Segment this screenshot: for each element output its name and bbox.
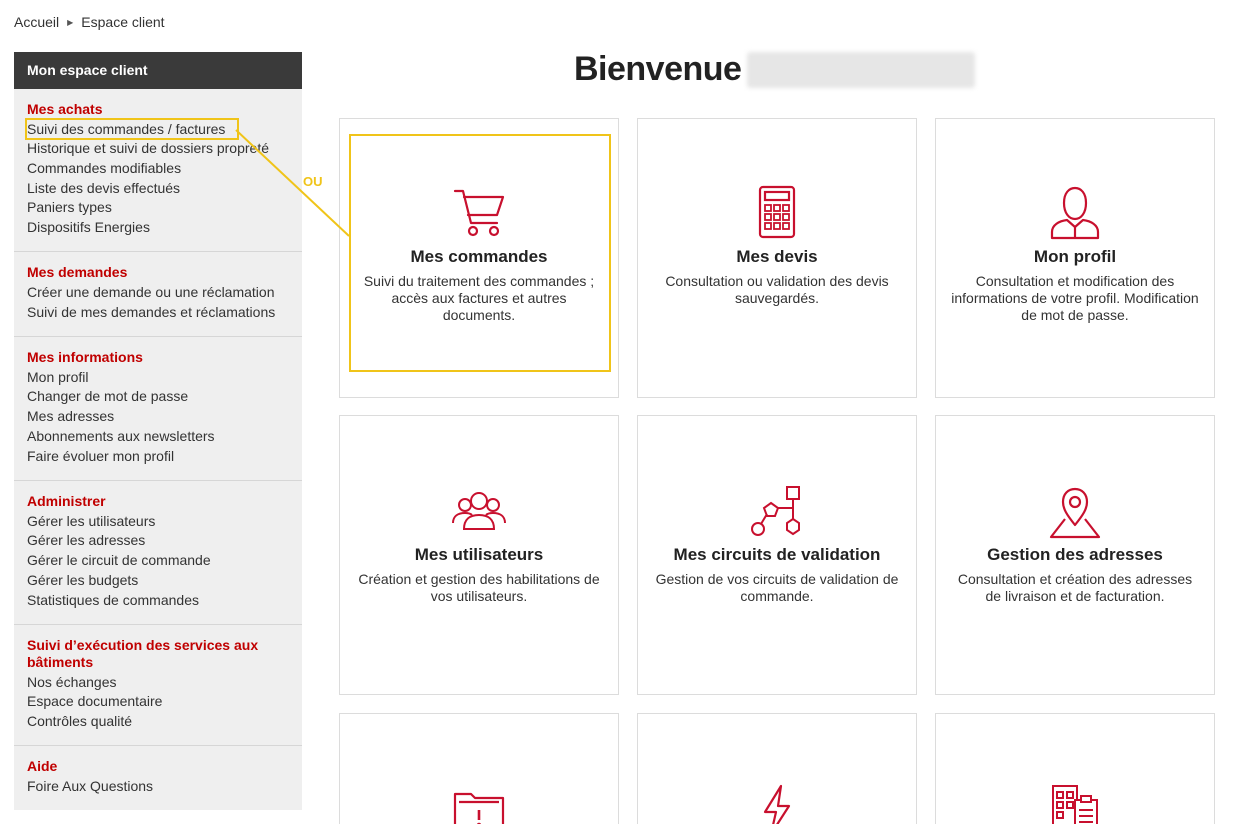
- tile-mes-devis[interactable]: Mes devis Consultation ou validation des…: [637, 118, 917, 398]
- sidebar-link-nos-echanges[interactable]: Nos échanges: [27, 673, 289, 693]
- sidebar-link-controles-qualite[interactable]: Contrôles qualité: [27, 712, 289, 732]
- tile-description: Suivi du traitement des commandes ; accè…: [363, 273, 595, 323]
- sidebar-section-achats: Mes achats Suivi des commandes / facture…: [14, 89, 302, 252]
- sidebar: Mon espace client Mes achats Suivi des c…: [14, 52, 302, 810]
- sidebar-section-title: Administrer: [27, 492, 106, 509]
- sidebar-section-title: Mes informations: [27, 348, 143, 365]
- sidebar-link-faq[interactable]: Foire Aux Questions: [27, 777, 289, 797]
- tile-description: Création et gestion des habilitations de…: [358, 571, 600, 604]
- tile-circuits-validation[interactable]: Mes circuits de validation Gestion de vo…: [637, 415, 917, 695]
- tile-description: Consultation et modification des informa…: [951, 273, 1199, 323]
- tile-controles-qualite[interactable]: [935, 713, 1215, 824]
- sidebar-link-faire-evoluer-profil[interactable]: Faire évoluer mon profil: [27, 447, 289, 467]
- sidebar-link-mon-profil[interactable]: Mon profil: [27, 368, 289, 388]
- breadcrumb-home-link[interactable]: Accueil: [14, 14, 59, 30]
- tile-mon-profil[interactable]: Mon profil Consultation et modification …: [935, 118, 1215, 398]
- sidebar-link-historique[interactable]: Historique et suivi de dossiers propreté: [27, 139, 289, 159]
- tile-title: Mes devis: [736, 247, 818, 266]
- tile-description: Gestion de vos circuits de validation de…: [655, 571, 899, 604]
- tile-title: Mes commandes: [410, 247, 548, 266]
- sidebar-section-administrer: Administrer Gérer les utilisateurs Gérer…: [14, 481, 302, 625]
- page-title: Bienvenue: [574, 50, 976, 89]
- sidebar-link-suivi-demandes[interactable]: Suivi de mes demandes et réclamations: [27, 303, 289, 323]
- sidebar-section-suivi-execution: Suivi d’exécution des services aux bâtim…: [14, 625, 302, 746]
- calculator-icon: [638, 185, 916, 241]
- lightning-icon: [638, 782, 916, 824]
- annotation-ou-label: OU: [303, 174, 323, 189]
- tile-description: Consultation ou validation des devis sau…: [665, 273, 889, 306]
- folder-alert-icon: [340, 782, 618, 824]
- sidebar-link-creer-demande[interactable]: Créer une demande ou une réclamation: [27, 283, 289, 303]
- sidebar-link-gerer-adresses[interactable]: Gérer les adresses: [27, 531, 289, 551]
- tile-mes-commandes[interactable]: Mes commandes Suivi du traitement des co…: [339, 118, 619, 398]
- sidebar-link-gerer-circuit[interactable]: Gérer le circuit de commande: [27, 551, 289, 571]
- building-clipboard-icon: [936, 782, 1214, 824]
- sidebar-link-espace-documentaire[interactable]: Espace documentaire: [27, 692, 289, 712]
- tile-title: Gestion des adresses: [987, 545, 1163, 564]
- breadcrumb-separator-icon: ▶: [67, 17, 74, 27]
- sidebar-link-suivi-commandes[interactable]: Suivi des commandes / factures: [24, 118, 240, 140]
- sidebar-section-title: Suivi d’exécution des services aux bâtim…: [27, 636, 259, 670]
- sidebar-section-title: Mes demandes: [27, 263, 128, 280]
- sidebar-link-gerer-budgets[interactable]: Gérer les budgets: [27, 571, 289, 591]
- workflow-icon: [638, 485, 916, 541]
- blurred-user-name: [747, 51, 976, 88]
- tile-mes-utilisateurs[interactable]: Mes utilisateurs Création et gestion des…: [339, 415, 619, 695]
- tile-energies[interactable]: [637, 713, 917, 824]
- sidebar-section-title: Mes achats: [27, 101, 103, 117]
- sidebar-link-liste-devis[interactable]: Liste des devis effectués: [27, 179, 289, 199]
- sidebar-link-changer-mdp[interactable]: Changer de mot de passe: [27, 387, 289, 407]
- tile-title: Mes utilisateurs: [414, 545, 544, 564]
- sidebar-section-informations: Mes informations Mon profil Changer de m…: [14, 337, 302, 481]
- sidebar-link-commandes-modifiables[interactable]: Commandes modifiables: [27, 159, 289, 179]
- tile-title: Mes circuits de validation: [673, 545, 881, 564]
- sidebar-link-newsletters[interactable]: Abonnements aux newsletters: [27, 427, 289, 447]
- cart-icon: [340, 185, 618, 241]
- tile-documents[interactable]: [339, 713, 619, 824]
- users-group-icon: [340, 485, 618, 541]
- sidebar-link-dispositifs-energies[interactable]: Dispositifs Energies: [27, 218, 289, 238]
- breadcrumb-current: Espace client: [81, 14, 165, 30]
- sidebar-section-title: Aide: [27, 757, 58, 774]
- sidebar-section-demandes: Mes demandes Créer une demande ou une ré…: [14, 252, 302, 337]
- sidebar-link-gerer-utilisateurs[interactable]: Gérer les utilisateurs: [27, 512, 289, 532]
- tile-title: Mon profil: [1033, 247, 1117, 266]
- map-pin-icon: [936, 485, 1214, 541]
- breadcrumb: Accueil ▶ Espace client: [14, 14, 165, 30]
- welcome-text: Bienvenue: [574, 50, 742, 88]
- sidebar-link-paniers-types[interactable]: Paniers types: [27, 198, 289, 218]
- tile-gestion-adresses[interactable]: Gestion des adresses Consultation et cré…: [935, 415, 1215, 695]
- sidebar-link-statistiques[interactable]: Statistiques de commandes: [27, 591, 289, 611]
- sidebar-link-mes-adresses[interactable]: Mes adresses: [27, 407, 289, 427]
- user-icon: [936, 185, 1214, 241]
- sidebar-section-aide: Aide Foire Aux Questions: [14, 746, 302, 810]
- tile-description: Consultation et création des adresses de…: [957, 571, 1193, 604]
- sidebar-header: Mon espace client: [14, 52, 302, 89]
